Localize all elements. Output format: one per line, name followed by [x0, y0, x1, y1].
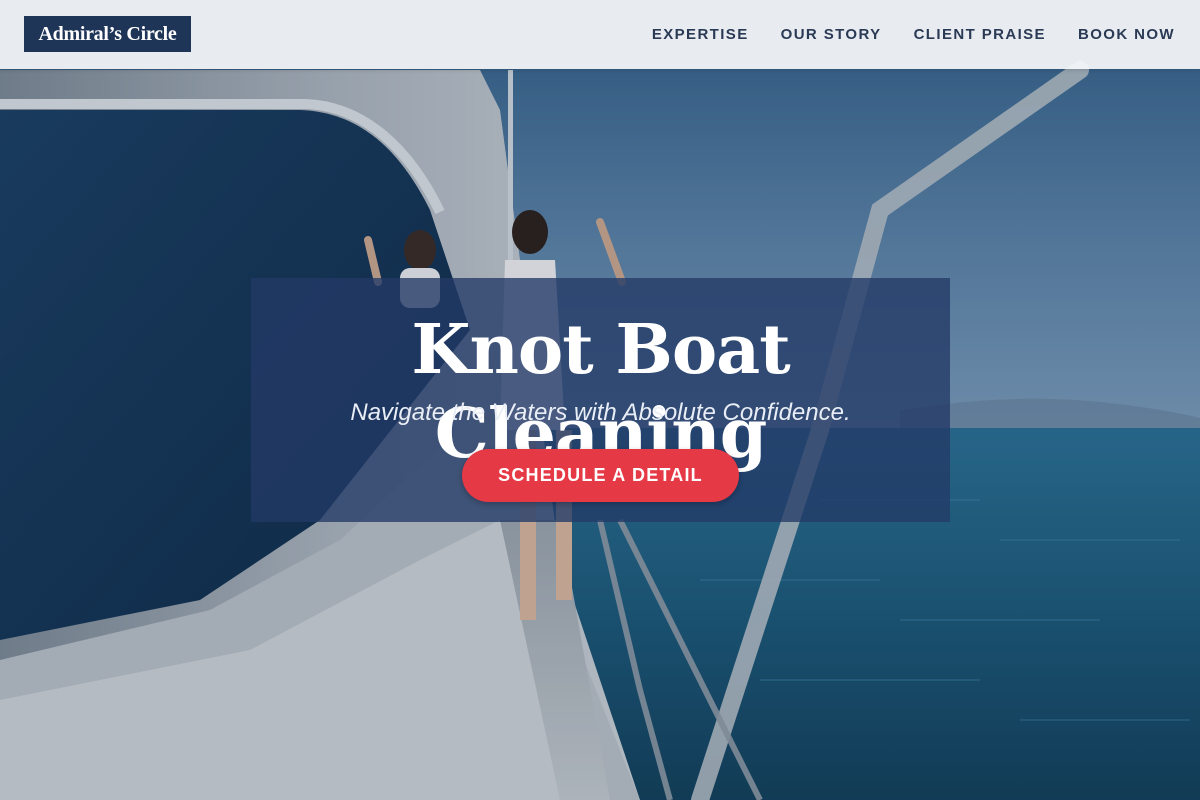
main-nav: EXPERTISE OUR STORY CLIENT PRAISE BOOK N…	[652, 0, 1175, 69]
nav-link-expertise[interactable]: EXPERTISE	[652, 26, 749, 43]
hero-tagline: Navigate the Waters with Absolute Confid…	[350, 399, 851, 426]
brand-logo[interactable]: Admiral’s Circle	[24, 16, 191, 52]
landing-page: Admiral’s Circle EXPERTISE OUR STORY CLI…	[0, 0, 1200, 800]
nav-link-book-now[interactable]: BOOK NOW	[1078, 26, 1175, 43]
nav-link-our-story[interactable]: OUR STORY	[781, 26, 882, 43]
hero-card: Knot Boat Cleaning Navigate the Waters w…	[251, 278, 950, 522]
nav-link-client-praise[interactable]: CLIENT PRAISE	[914, 26, 1046, 43]
site-header: Admiral’s Circle EXPERTISE OUR STORY CLI…	[0, 0, 1200, 69]
schedule-detail-button[interactable]: SCHEDULE A DETAIL	[462, 449, 739, 502]
